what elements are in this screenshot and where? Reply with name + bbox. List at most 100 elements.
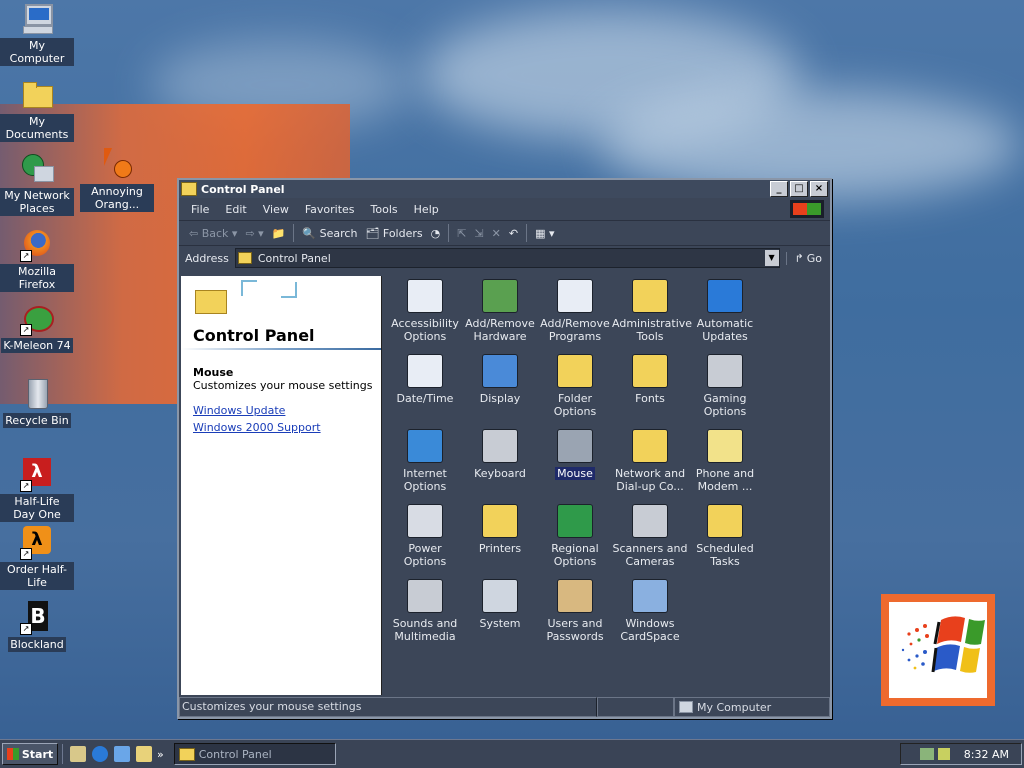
control-panel-title-icon (181, 182, 197, 196)
desktop-icon-blockland[interactable]: B ↗ Blockland (0, 601, 74, 652)
control-panel-item-label: Administrative Tools (612, 317, 693, 343)
go-button[interactable]: ↱ Go (785, 251, 830, 265)
desktop-icon-network-places[interactable]: My Network Places (0, 152, 74, 216)
regional-icon (557, 504, 593, 538)
control-panel-item-label: Internet Options (403, 467, 447, 493)
control-panel-item[interactable]: Folder Options (537, 354, 613, 418)
desktop-icon-k-meleon[interactable]: ↗ K-Meleon 74 (0, 302, 74, 353)
forward-button[interactable]: ⇨ ▾ (241, 227, 267, 240)
control-panel-item[interactable]: Display (462, 354, 538, 405)
desktop-icon-recycle-bin[interactable]: Recycle Bin (0, 377, 74, 428)
desktop-icon-my-documents[interactable]: My Documents (0, 78, 74, 142)
control-panel-item[interactable]: Date/Time (387, 354, 463, 405)
control-panel-item[interactable]: Keyboard (462, 429, 538, 480)
control-panel-item[interactable]: Administrative Tools (612, 279, 692, 343)
windows-update-link[interactable]: Windows Update (193, 404, 285, 417)
start-button[interactable]: Start (2, 743, 58, 765)
menu-file[interactable]: File (183, 203, 217, 216)
control-panel-item[interactable]: Internet Options (387, 429, 463, 493)
volume-tray-icon[interactable] (937, 748, 950, 760)
taskbar-button-control-panel[interactable]: Control Panel (173, 743, 336, 765)
menu-favorites[interactable]: Favorites (297, 203, 363, 216)
maximize-button[interactable]: □ (790, 181, 808, 197)
search-icon[interactable] (136, 746, 152, 762)
desktop-icon-label: My Computer (0, 38, 74, 66)
windows-2000-support-link[interactable]: Windows 2000 Support (193, 421, 321, 434)
control-panel-item[interactable]: Power Options (387, 504, 463, 568)
close-button[interactable]: × (810, 181, 828, 197)
control-panel-item[interactable]: Users and Passwords (537, 579, 613, 643)
gaming-icon (707, 354, 743, 388)
sounds-icon (407, 579, 443, 613)
network-places-icon (20, 152, 54, 186)
desktop-icon-label: My Network Places (0, 188, 74, 216)
desktop-icon-order-half-life[interactable]: λ ↗ Order Half-Life (0, 526, 74, 590)
outlook-express-icon[interactable] (114, 746, 130, 762)
control-panel-item-label: Network and Dial-up Co... (614, 467, 686, 493)
blockland-icon: B ↗ (20, 601, 54, 635)
control-panel-item-label: Fonts (635, 392, 665, 405)
control-panel-item[interactable]: Windows CardSpace (612, 579, 688, 643)
copy-to-button[interactable]: ⇲ (470, 227, 487, 240)
my-documents-icon (20, 78, 54, 112)
back-arrow-icon: ⇦ (189, 226, 199, 240)
desktop-icon-my-computer[interactable]: My Computer (0, 2, 74, 66)
control-panel-item[interactable]: Fonts (612, 354, 688, 405)
quick-launch-chevron-icon[interactable]: » (157, 748, 164, 761)
control-panel-item[interactable]: Automatic Updates (687, 279, 763, 343)
selected-item-title: Mouse (193, 366, 234, 379)
fonts-icon (632, 354, 668, 388)
desktop-icon-firefox[interactable]: ↗ Mozilla Firefox (0, 228, 74, 292)
desktop-icon-annoying-orange[interactable]: Annoying Orang... (80, 148, 154, 212)
content-area: Control Panel Mouse Customizes your mous… (181, 276, 828, 695)
network-tray-icon[interactable] (919, 748, 934, 760)
control-panel-item[interactable]: Phone and Modem ... (687, 429, 763, 493)
menu-edit[interactable]: Edit (217, 203, 254, 216)
control-panel-window[interactable]: Control Panel _ □ × File Edit View Favor… (177, 178, 832, 719)
control-panel-item[interactable]: Add/Remove Hardware (462, 279, 538, 343)
history-button[interactable]: ◔ (427, 227, 445, 240)
menu-help[interactable]: Help (406, 203, 447, 216)
half-life-icon: λ ↗ (20, 458, 54, 492)
control-panel-item[interactable]: Sounds and Multimedia (387, 579, 463, 643)
control-panel-item-label: Keyboard (474, 467, 526, 480)
undo-button[interactable]: ↶ (505, 227, 522, 240)
control-panel-item[interactable]: Scheduled Tasks (687, 504, 763, 568)
minimize-button[interactable]: _ (770, 181, 788, 197)
up-folder-button[interactable]: 📁 (268, 227, 290, 240)
desktop-icon-label: K-Meleon 74 (1, 338, 73, 353)
control-panel-item[interactable]: Accessibility Options (387, 279, 463, 343)
users-icon (557, 579, 593, 613)
address-field[interactable]: Control Panel ▼ (234, 248, 780, 268)
internet-explorer-icon[interactable] (92, 746, 108, 762)
windows-logo-wallpaper (881, 594, 995, 706)
title-bar[interactable]: Control Panel _ □ × (179, 180, 830, 198)
control-panel-item[interactable]: Scanners and Cameras (612, 504, 688, 568)
status-blank-pane (597, 697, 674, 717)
control-panel-item-label: Add/Remove Programs (540, 317, 610, 343)
delete-button[interactable]: ✕ (488, 227, 505, 240)
search-button[interactable]: 🔍 Search (298, 227, 361, 240)
control-panel-item[interactable]: System (462, 579, 538, 630)
folders-button[interactable]: 🗂 Folders (361, 227, 426, 240)
back-button[interactable]: ⇦ Back ▾ (185, 227, 241, 240)
delete-icon: ✕ (491, 226, 501, 240)
control-panel-item[interactable]: Printers (462, 504, 538, 555)
address-dropdown-button[interactable]: ▼ (764, 250, 779, 266)
control-panel-item[interactable]: Gaming Options (687, 354, 763, 418)
control-panel-item[interactable]: Mouse (537, 429, 613, 480)
views-button[interactable]: ▦ ▾ (531, 227, 558, 240)
desktop-icon-half-life[interactable]: λ ↗ Half-Life Day One (0, 458, 74, 522)
control-panel-item[interactable]: Network and Dial-up Co... (612, 429, 688, 493)
menu-tools[interactable]: Tools (363, 203, 406, 216)
move-to-button[interactable]: ⇱ (453, 227, 470, 240)
control-panel-item-label: Phone and Modem ... (695, 467, 755, 493)
network-icon (632, 429, 668, 463)
selected-item-description: Customizes your mouse settings (193, 379, 373, 392)
show-desktop-icon[interactable] (70, 746, 86, 762)
control-panel-item[interactable]: Regional Options (537, 504, 613, 568)
menu-view[interactable]: View (255, 203, 297, 216)
control-panel-item[interactable]: Add/Remove Programs (537, 279, 613, 343)
date-time-icon (407, 354, 443, 388)
clock[interactable]: 8:32 AM (964, 748, 1009, 761)
